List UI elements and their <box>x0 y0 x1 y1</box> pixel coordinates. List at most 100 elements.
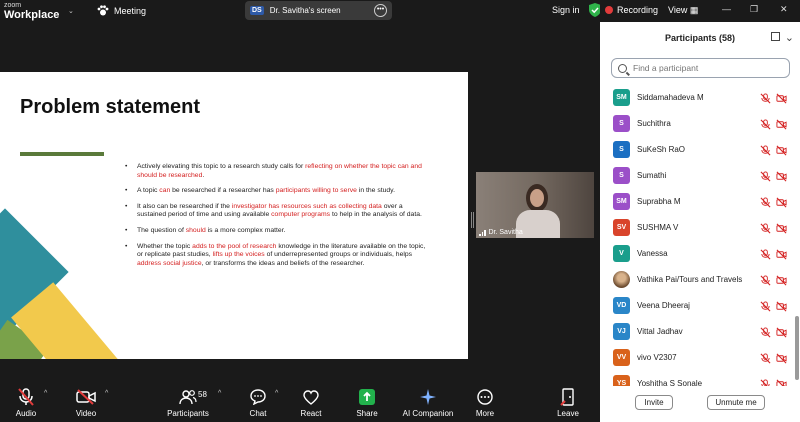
video-off-icon <box>776 221 787 234</box>
react-button[interactable]: React <box>296 387 326 418</box>
mic-muted-icon <box>760 273 771 286</box>
slide-text: It also can be researched if the <box>137 202 232 210</box>
participant-avatar: SM <box>613 88 630 106</box>
mic-muted-icon <box>760 351 771 364</box>
participant-row[interactable]: VJ Vittal Jadhav <box>600 318 794 344</box>
participant-avatar <box>613 270 630 288</box>
restore-icon[interactable]: ❐ <box>750 4 758 15</box>
participants-panel-title: Participants (58) <box>664 33 736 43</box>
participant-row[interactable]: Vathika Pai/Tours and Travels <box>600 266 794 292</box>
sparkle-icon <box>420 389 436 405</box>
zoom-app: zoom Workplace ⌄ Meeting DS Dr. Savitha'… <box>0 0 800 422</box>
signin-link[interactable]: Sign in <box>552 5 580 15</box>
slide-bullet: It also can be researched if the investi… <box>125 203 430 220</box>
recording-indicator[interactable]: Recording <box>605 5 658 15</box>
participant-name: Veena Dheeraj <box>637 300 690 310</box>
participant-row[interactable]: YS Yoshitha S Sonale <box>600 370 794 386</box>
brand-line2: Workplace <box>4 9 60 21</box>
minimize-icon[interactable]: — <box>722 4 731 14</box>
slide-text: A topic <box>137 187 160 195</box>
share-button[interactable]: Share <box>352 387 382 418</box>
share-label: Share <box>356 409 378 418</box>
participants-scrollbar[interactable] <box>794 84 799 386</box>
participants-panel: Participants (58) ⌄ SM Siddamahadeva M S Su… <box>600 22 800 422</box>
participant-avatar: S <box>613 114 630 132</box>
participant-avatar: S <box>613 140 630 158</box>
view-label: View <box>668 5 688 15</box>
participant-avatar: S <box>613 166 630 184</box>
meeting-button[interactable]: Meeting <box>97 5 146 16</box>
participant-row[interactable]: SV SUSHMA V <box>600 214 794 240</box>
participant-avatar: VJ <box>613 322 630 340</box>
chat-button[interactable]: Chat <box>243 387 273 418</box>
scrollbar-thumb[interactable] <box>795 316 799 380</box>
mic-muted-icon <box>760 117 771 130</box>
share-screen-icon <box>359 389 375 405</box>
slide-text: Actively elevating this topic to a resea… <box>137 163 306 170</box>
participant-row[interactable]: S Suchithra <box>600 110 794 136</box>
unmute-me-button[interactable]: Unmute me <box>707 395 765 410</box>
participant-avatar: SV <box>613 218 630 236</box>
chat-label: Chat <box>249 409 267 418</box>
participant-row[interactable]: V Vanessa <box>600 240 794 266</box>
leave-button[interactable]: Leave <box>553 387 583 418</box>
participant-row[interactable]: S Sumathi <box>600 162 794 188</box>
pop-out-icon[interactable] <box>771 32 780 41</box>
slide-highlight-text: can <box>159 187 171 195</box>
participant-avatar: VV <box>613 348 630 366</box>
top-bar-right: Recording View ▦ — ❐ ✕ <box>600 0 800 22</box>
ai-companion-label: AI Companion <box>402 409 454 418</box>
video-button[interactable]: Video <box>68 387 104 418</box>
invite-button[interactable]: Invite <box>635 395 673 410</box>
participant-row[interactable]: SM Siddamahadeva M <box>600 84 794 110</box>
participant-avatar: YS <box>613 374 630 386</box>
chat-options-caret-icon[interactable]: ^ <box>275 390 278 397</box>
participants-list[interactable]: SM Siddamahadeva M S Suchithra S SuKeSh RaO S S… <box>600 84 794 386</box>
participant-search-input[interactable] <box>633 63 783 73</box>
participant-name: Suprabha M <box>637 196 681 206</box>
video-participant-name: Dr. Savitha <box>488 229 523 236</box>
leave-door-icon <box>560 388 574 406</box>
heart-icon <box>303 389 319 405</box>
view-button[interactable]: View ▦ <box>668 5 698 16</box>
mic-muted-icon <box>760 325 771 338</box>
video-name-label: Dr. Savitha <box>479 229 523 236</box>
participant-name: Vathika Pai/Tours and Travels <box>637 274 743 284</box>
participant-search[interactable] <box>611 58 790 78</box>
more-options-icon[interactable]: ••• <box>374 4 387 17</box>
participant-name: Yoshitha S Sonale <box>637 378 703 387</box>
video-off-icon <box>776 325 787 338</box>
slide-title-underline <box>20 152 104 156</box>
participant-name: Siddamahadeva M <box>637 92 704 102</box>
participant-video-tile[interactable]: Dr. Savitha <box>476 172 594 238</box>
participant-name: Vanessa <box>637 248 668 258</box>
participant-row[interactable]: S SuKeSh RaO <box>600 136 794 162</box>
close-panel-icon[interactable]: ⌄ <box>785 22 794 54</box>
more-button[interactable]: More <box>470 387 500 418</box>
participant-name: Vittal Jadhav <box>637 326 683 336</box>
audio-button[interactable]: Audio <box>8 387 44 418</box>
zoom-logo[interactable]: zoom Workplace <box>4 1 60 21</box>
participants-options-caret-icon[interactable]: ^ <box>218 390 221 397</box>
participant-row[interactable]: VV vivo V2307 <box>600 344 794 370</box>
slide-bullet: Actively elevating this topic to a resea… <box>125 163 430 180</box>
participant-row[interactable]: VD Veena Dheeraj <box>600 292 794 318</box>
more-label: More <box>475 409 495 418</box>
meeting-label: Meeting <box>114 5 147 16</box>
mic-muted-icon <box>760 247 771 260</box>
audio-options-caret-icon[interactable]: ^ <box>44 390 47 397</box>
slide-highlight-text: investigator has resources such as colle… <box>231 202 382 210</box>
ai-companion-button[interactable]: AI Companion <box>398 387 458 418</box>
screen-share-indicator[interactable]: DS Dr. Savitha's screen ••• <box>245 1 392 20</box>
participant-row[interactable]: SM Suprabha M <box>600 188 794 214</box>
close-window-icon[interactable]: ✕ <box>780 4 788 15</box>
slide-text: The question of <box>137 226 186 234</box>
video-off-icon <box>776 195 787 208</box>
slide-bullet: The question of should is a more complex… <box>125 227 430 236</box>
resize-handle[interactable] <box>471 212 474 228</box>
chevron-down-icon[interactable]: ⌄ <box>68 7 74 15</box>
slide-text: , or transforms the ideas and beliefs of… <box>201 259 365 267</box>
video-off-icon <box>776 299 787 312</box>
video-options-caret-icon[interactable]: ^ <box>105 390 108 397</box>
chat-icon <box>250 389 266 405</box>
